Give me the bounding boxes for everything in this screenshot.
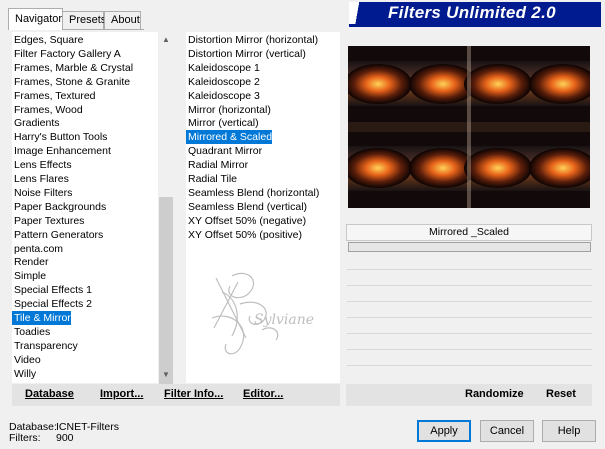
reset-button[interactable]: Reset	[546, 388, 576, 400]
apply-button[interactable]: Apply	[417, 420, 471, 442]
filter-item[interactable]: Mirror (vertical)	[186, 116, 259, 130]
cancel-button[interactable]: Cancel	[480, 420, 534, 442]
category-item[interactable]: Image Enhancement	[12, 144, 111, 158]
slider-slot[interactable]	[347, 333, 592, 334]
category-item[interactable]: Special Effects 1	[12, 283, 92, 297]
category-list[interactable]: Edges, Square Filter Factory Gallery A Fra…	[12, 32, 158, 383]
category-item[interactable]: Paper Backgrounds	[12, 200, 106, 214]
slider-slot[interactable]	[347, 285, 592, 286]
filter-item[interactable]: Kaleidoscope 3	[186, 89, 260, 103]
slider-slot[interactable]	[347, 269, 592, 270]
slider-slot[interactable]	[347, 301, 592, 302]
category-item[interactable]: Transparency	[12, 339, 78, 353]
slider-slot[interactable]	[347, 365, 592, 366]
category-item[interactable]: Simple	[12, 269, 46, 283]
filter-item[interactable]: Kaleidoscope 1	[186, 61, 260, 75]
editor-button[interactable]: Editor...	[243, 388, 283, 400]
tab-presets[interactable]: Presets	[62, 11, 106, 29]
filter-item[interactable]: Distortion Mirror (vertical)	[186, 47, 306, 61]
category-item[interactable]: Lens Effects	[12, 158, 72, 172]
category-scrollbar[interactable]: ▲ ▼	[158, 32, 174, 400]
filter-title-box: Mirrored _Scaled	[346, 224, 592, 241]
category-item[interactable]: Pattern Generators	[12, 228, 103, 242]
category-item[interactable]: Special Effects 2	[12, 297, 92, 311]
randomize-button[interactable]: Randomize	[465, 388, 524, 400]
progress-bar	[348, 242, 591, 252]
category-item[interactable]: Filter Factory Gallery A	[12, 47, 121, 61]
preview-image	[348, 46, 590, 208]
signature-watermark: Sylviane	[211, 272, 314, 355]
filters-label: Filters:	[9, 432, 41, 444]
slider-slot[interactable]	[347, 317, 592, 318]
category-item[interactable]: Frames, Marble & Crystal	[12, 61, 133, 75]
database-button[interactable]: Database	[25, 388, 74, 400]
filter-item[interactable]: Radial Mirror	[186, 158, 248, 172]
category-item[interactable]: Frames, Textured	[12, 89, 96, 103]
category-item[interactable]: penta.com	[12, 242, 63, 256]
scroll-down-icon[interactable]: ▼	[158, 367, 174, 383]
category-item[interactable]: Gradients	[12, 116, 60, 130]
category-item[interactable]: Frames, Stone & Granite	[12, 75, 130, 89]
category-item[interactable]: Tile & Mirror	[12, 311, 71, 325]
filter-item[interactable]: Radial Tile	[186, 172, 237, 186]
import-button[interactable]: Import...	[100, 388, 143, 400]
filter-item[interactable]: Seamless Blend (vertical)	[186, 200, 307, 214]
banner-stripe	[349, 24, 601, 27]
category-item[interactable]: Harry's Button Tools	[12, 130, 107, 144]
filter-item[interactable]: XY Offset 50% (negative)	[186, 214, 306, 228]
filter-item[interactable]: Kaleidoscope 2	[186, 75, 260, 89]
tab-navigator[interactable]: Navigator	[8, 8, 63, 30]
app-title: Filters Unlimited 2.0	[388, 3, 556, 22]
filters-count: 900	[56, 432, 74, 444]
filter-item[interactable]: Seamless Blend (horizontal)	[186, 186, 319, 200]
filter-item[interactable]: Mirror (horizontal)	[186, 103, 271, 117]
category-item[interactable]: Lens Flares	[12, 172, 69, 186]
filter-info-button[interactable]: Filter Info...	[164, 388, 223, 400]
slider-slot[interactable]	[347, 349, 592, 350]
category-item[interactable]: Video	[12, 353, 41, 367]
category-item[interactable]: Noise Filters	[12, 186, 72, 200]
category-item[interactable]: Render	[12, 255, 48, 269]
filter-item[interactable]: XY Offset 50% (positive)	[186, 228, 302, 242]
category-item[interactable]: Edges, Square	[12, 33, 83, 47]
category-item[interactable]: Toadies	[12, 325, 50, 339]
tab-about[interactable]: About	[104, 11, 141, 29]
category-item[interactable]: Frames, Wood	[12, 103, 83, 117]
filter-item[interactable]: Mirrored & Scaled	[186, 130, 273, 145]
scroll-up-icon[interactable]: ▲	[158, 32, 174, 48]
filter-item[interactable]: Distortion Mirror (horizontal)	[186, 33, 318, 47]
filter-item[interactable]: Quadrant Mirror	[186, 144, 262, 158]
svg-text:Sylviane: Sylviane	[254, 312, 314, 328]
category-item[interactable]: Willy	[12, 367, 36, 381]
category-item[interactable]: Paper Textures	[12, 214, 84, 228]
help-button[interactable]: Help	[542, 420, 596, 442]
